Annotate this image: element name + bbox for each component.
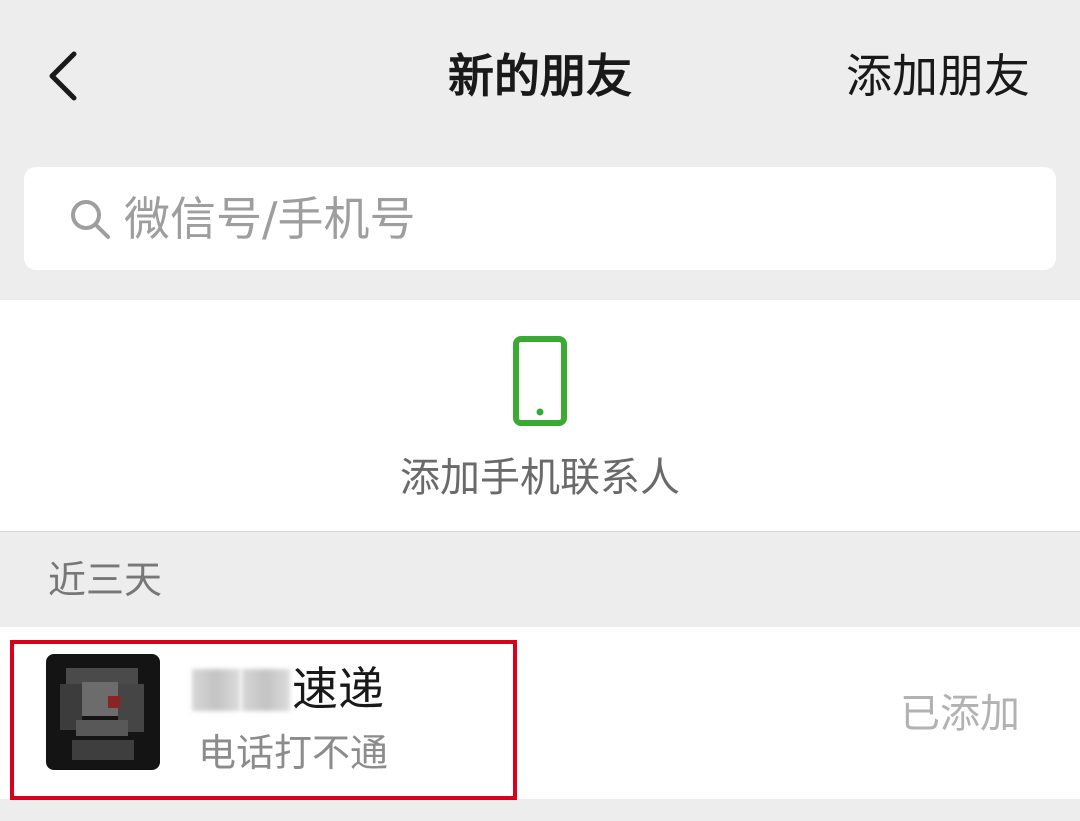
- navigation-bar: 新的朋友 添加朋友: [0, 0, 1080, 150]
- avatar: [46, 654, 160, 770]
- phone-icon: [513, 336, 567, 426]
- search-icon: [71, 199, 110, 239]
- redacted-name-part: [242, 669, 290, 711]
- add-phone-contacts-entry[interactable]: 添加手机联系人: [0, 300, 1080, 532]
- friend-request-message: 电话打不通: [198, 731, 389, 775]
- add-phone-contacts-label: 添加手机联系人: [400, 455, 680, 501]
- friend-request-row[interactable]: 速递 电话打不通 已添加: [0, 627, 1080, 799]
- chevron-left-icon: [49, 51, 77, 101]
- section-header-recent: 近三天: [48, 558, 163, 602]
- redacted-name-part: [192, 669, 240, 711]
- friend-name-text: 速递: [292, 662, 384, 716]
- search-bar[interactable]: [24, 167, 1056, 270]
- status-added: 已添加: [900, 691, 1020, 737]
- back-button[interactable]: [40, 48, 88, 104]
- add-friend-button[interactable]: 添加朋友: [846, 44, 1030, 108]
- friend-name: 速递: [192, 657, 384, 721]
- search-input[interactable]: [124, 191, 1004, 246]
